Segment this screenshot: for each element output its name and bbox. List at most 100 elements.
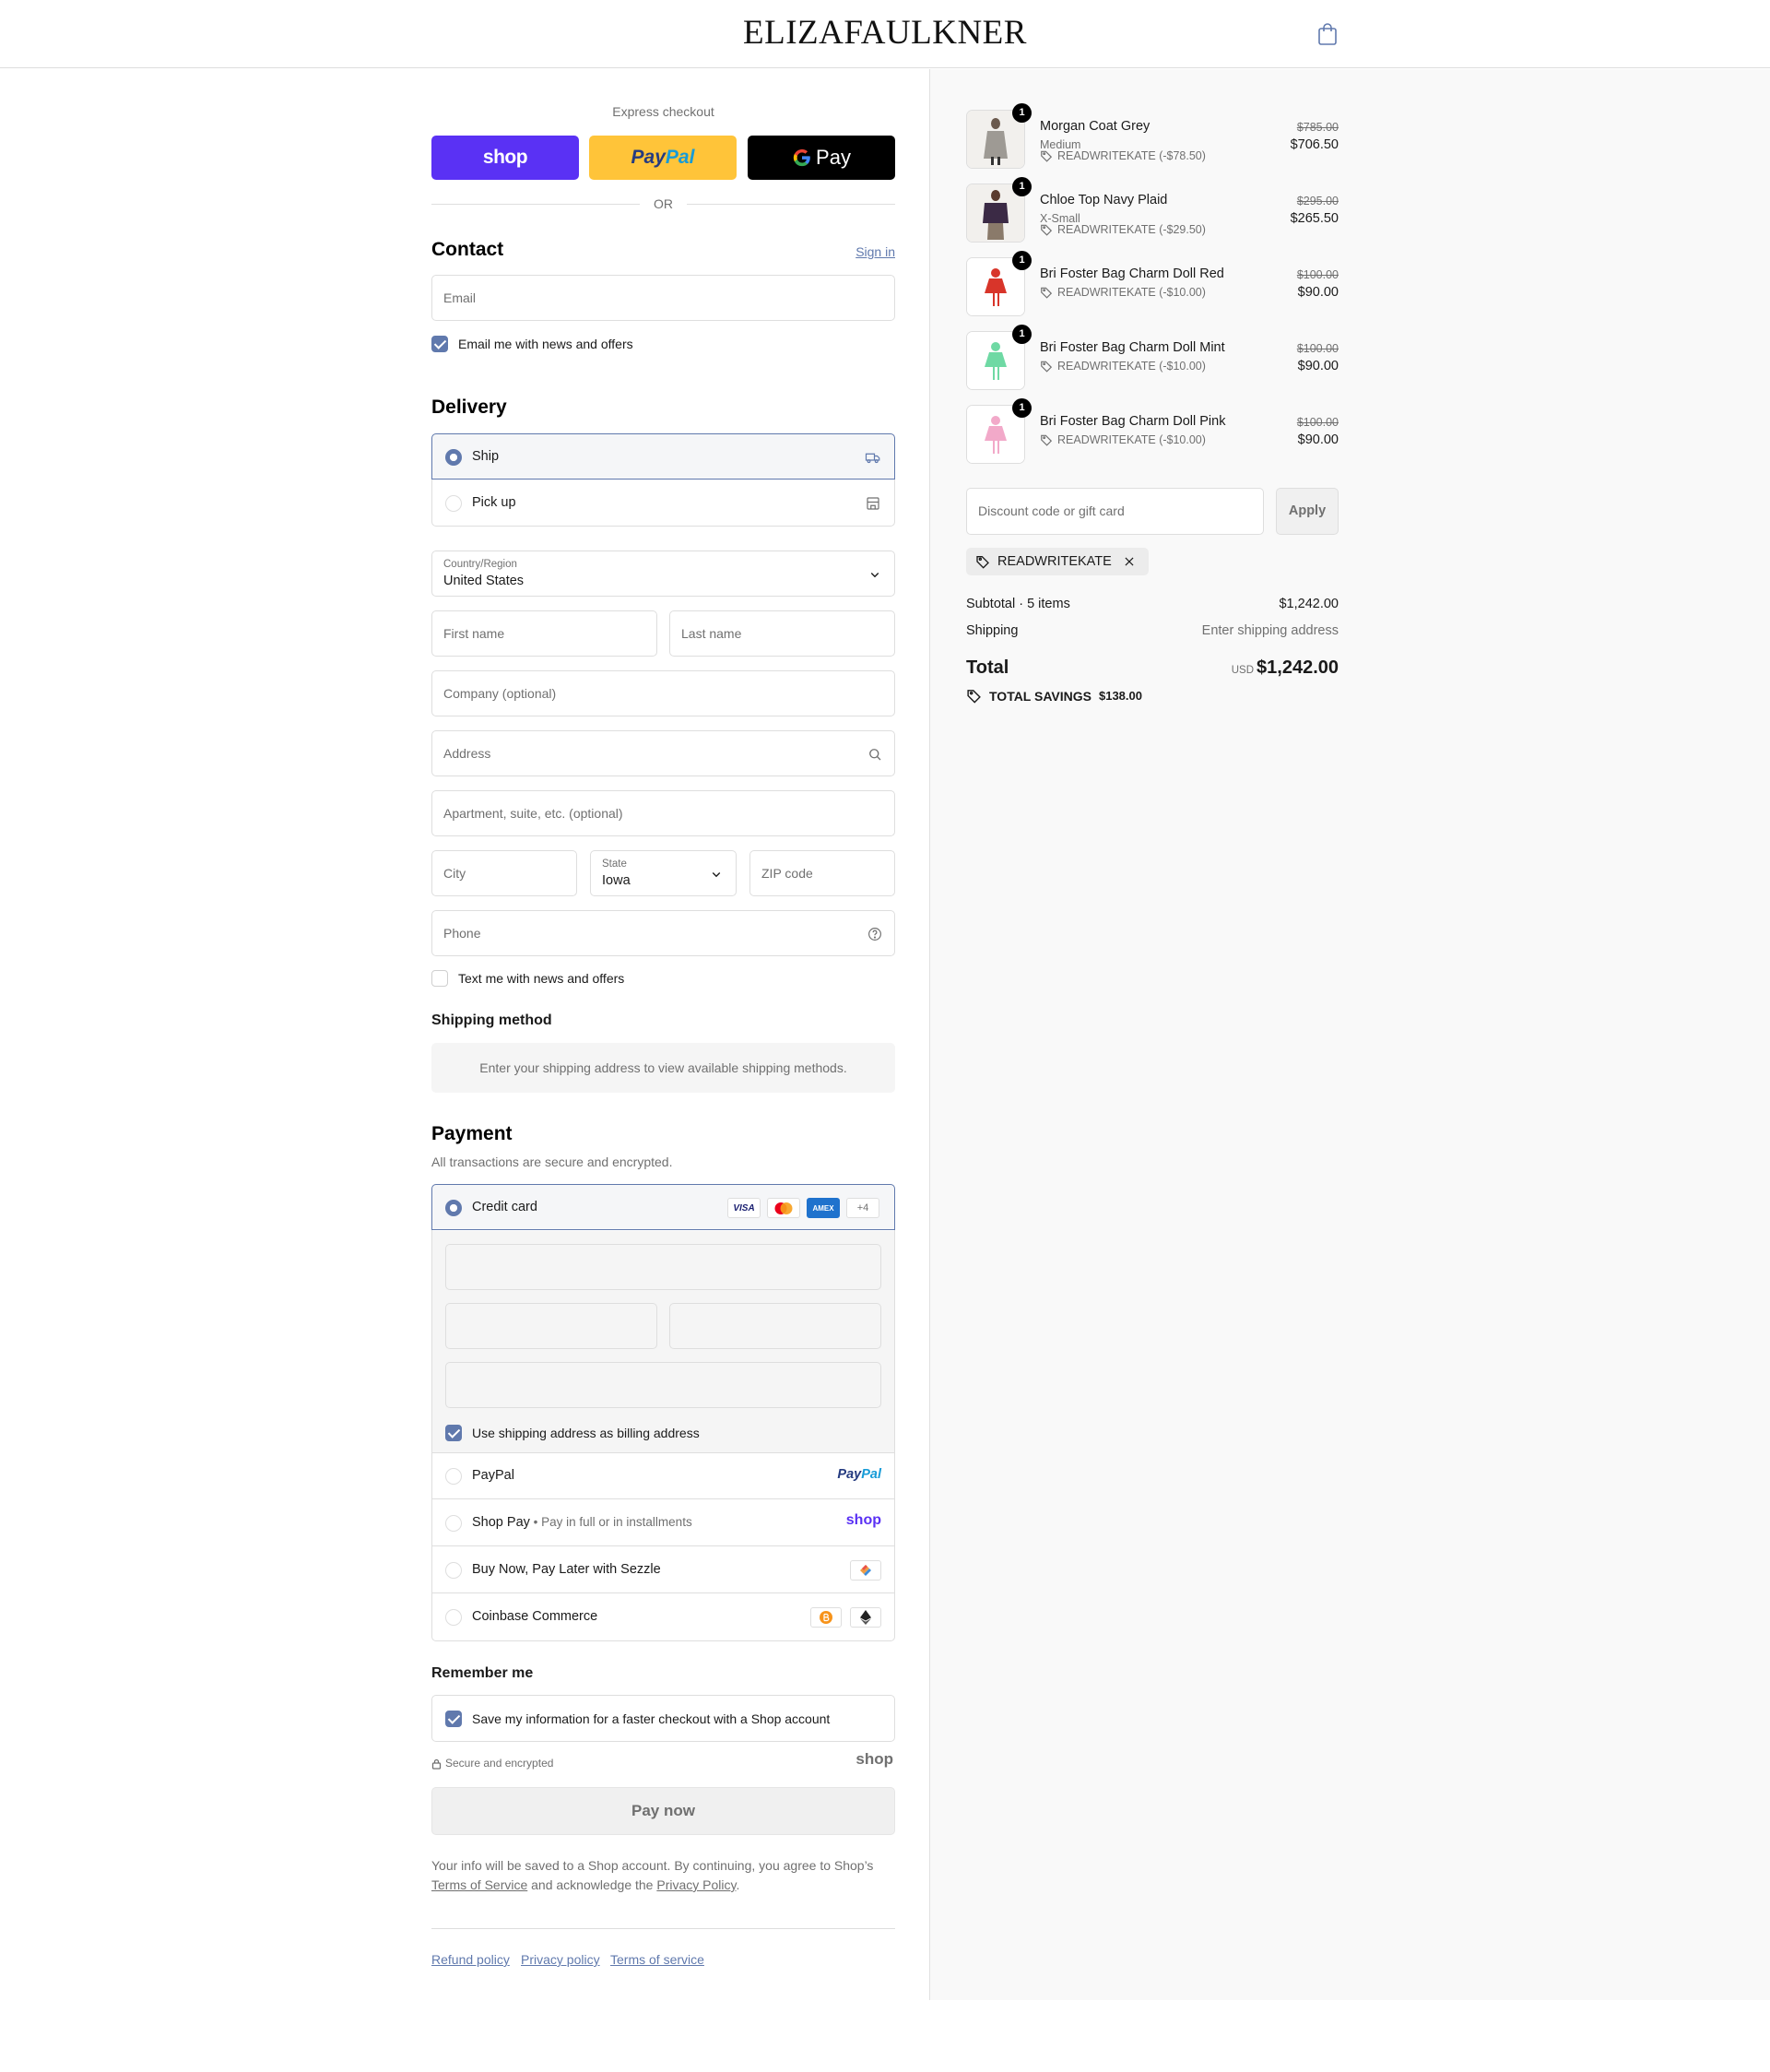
billing-address-label: Use shipping address as billing address bbox=[472, 1426, 700, 1440]
secure-label: Secure and encrypted bbox=[445, 1757, 554, 1770]
or-divider: OR bbox=[431, 195, 895, 214]
total-savings: TOTAL SAVINGS $138.00 bbox=[966, 688, 1142, 704]
payment-subtitle: All transactions are secure and encrypte… bbox=[431, 1154, 673, 1169]
email-news-checkbox[interactable] bbox=[431, 336, 448, 352]
order-item: 1 Bri Foster Bag Charm Doll Red READWRIT… bbox=[966, 251, 1339, 316]
item-original-price: $785.00 bbox=[1296, 121, 1339, 134]
search-icon bbox=[869, 749, 881, 761]
legal-text: Your info will be saved to a Shop accoun… bbox=[431, 1858, 874, 1892]
truck-icon bbox=[865, 453, 880, 464]
text-news-checkbox[interactable] bbox=[431, 970, 448, 987]
item-price: $706.50 bbox=[1290, 137, 1339, 152]
pay-now-button[interactable]: Pay now bbox=[431, 1787, 895, 1835]
shop-pay-button[interactable]: shop bbox=[431, 136, 579, 180]
card-security-code-field[interactable] bbox=[669, 1303, 881, 1349]
total-row: Total $1,242.00 USD bbox=[966, 657, 1339, 678]
country-select[interactable]: Country/Region United States bbox=[431, 551, 895, 597]
tag-icon bbox=[1041, 287, 1053, 299]
first-name-field[interactable]: First name bbox=[431, 610, 657, 657]
item-original-price: $295.00 bbox=[1296, 195, 1339, 207]
item-name: Bri Foster Bag Charm Doll Mint bbox=[1040, 340, 1225, 355]
quantity-badge: 1 bbox=[1012, 251, 1032, 270]
item-name: Morgan Coat Grey bbox=[1040, 119, 1150, 134]
discount-code-input[interactable]: Discount code or gift card bbox=[966, 488, 1264, 535]
zip-field[interactable]: ZIP code bbox=[749, 850, 895, 896]
payment-option-sezzle[interactable]: Buy Now, Pay Later with Sezzle bbox=[432, 1547, 894, 1593]
help-circle-icon[interactable] bbox=[867, 926, 883, 942]
terms-of-service-link[interactable]: Terms of Service bbox=[431, 1877, 527, 1892]
order-item: 1 Bri Foster Bag Charm Doll Mint READWRI… bbox=[966, 325, 1339, 390]
company-field[interactable]: Company (optional) bbox=[431, 670, 895, 716]
item-discount: READWRITEKATE (-$10.00) bbox=[1040, 433, 1206, 446]
sezzle-radio[interactable] bbox=[445, 1562, 462, 1579]
item-original-price: $100.00 bbox=[1296, 268, 1339, 281]
save-info-label: Save my information for a faster checkou… bbox=[472, 1711, 831, 1726]
payment-option-coinbase[interactable]: Coinbase Commerce bbox=[432, 1594, 894, 1640]
order-item: 1 Morgan Coat Grey Medium READWRITEKATE … bbox=[966, 103, 1339, 169]
payment-option-credit-card[interactable]: Credit card VISA AMEX +4 bbox=[431, 1184, 895, 1230]
chevron-down-icon bbox=[870, 573, 879, 578]
coinbase-radio[interactable] bbox=[445, 1609, 462, 1626]
item-original-price: $100.00 bbox=[1296, 416, 1339, 429]
email-field[interactable]: Email bbox=[431, 275, 895, 321]
header: ELIZAFAULKNER bbox=[0, 0, 1770, 68]
ship-radio[interactable] bbox=[445, 449, 462, 466]
express-checkout-label: Express checkout bbox=[612, 104, 714, 119]
remember-me-heading: Remember me bbox=[431, 1665, 534, 1681]
phone-field[interactable]: Phone bbox=[431, 910, 895, 956]
card-number-field[interactable] bbox=[445, 1244, 881, 1290]
remember-me-box: Save my information for a faster checkou… bbox=[431, 1695, 895, 1742]
last-name-field[interactable]: Last name bbox=[669, 610, 895, 657]
billing-address-checkbox[interactable] bbox=[445, 1425, 462, 1441]
google-g-icon bbox=[793, 148, 810, 167]
credit-card-radio[interactable] bbox=[445, 1200, 462, 1216]
city-field[interactable]: City bbox=[431, 850, 577, 896]
shopping-bag-icon[interactable] bbox=[1316, 22, 1339, 46]
paypal-logo: PayPal bbox=[837, 1467, 881, 1482]
tag-icon bbox=[1041, 434, 1053, 446]
sign-in-link[interactable]: Sign in bbox=[856, 244, 895, 259]
delivery-options: Ship Pick up bbox=[431, 433, 895, 527]
refund-policy-link[interactable]: Refund policy bbox=[431, 1952, 510, 1967]
item-discount: READWRITEKATE (-$78.50) bbox=[1040, 149, 1206, 162]
apply-discount-button[interactable]: Apply bbox=[1276, 488, 1339, 535]
delivery-option-pickup[interactable]: Pick up bbox=[432, 480, 894, 527]
pickup-radio[interactable] bbox=[445, 495, 462, 512]
terms-of-service-footer-link[interactable]: Terms of service bbox=[610, 1952, 704, 1967]
item-price: $265.50 bbox=[1290, 211, 1339, 226]
state-select[interactable]: State Iowa bbox=[590, 850, 737, 896]
ethereum-badge bbox=[850, 1607, 881, 1628]
ethereum-icon bbox=[860, 1610, 871, 1625]
shop-pay-radio[interactable] bbox=[445, 1515, 462, 1532]
save-info-checkbox[interactable] bbox=[445, 1711, 462, 1727]
card-name-field[interactable] bbox=[445, 1362, 881, 1408]
payment-option-paypal[interactable]: PayPal PayPal bbox=[432, 1453, 894, 1499]
quantity-badge: 1 bbox=[1012, 177, 1032, 196]
brand-logo[interactable]: ELIZAFAULKNER bbox=[0, 13, 1770, 53]
sezzle-icon bbox=[860, 1565, 871, 1576]
item-name: Bri Foster Bag Charm Doll Red bbox=[1040, 266, 1224, 281]
quantity-badge: 1 bbox=[1012, 325, 1032, 344]
shop-pay-logo: shop bbox=[845, 1512, 881, 1528]
quantity-badge: 1 bbox=[1012, 398, 1032, 418]
payment-methods: Credit card VISA AMEX +4 Use shipping ad… bbox=[431, 1184, 895, 1641]
bitcoin-icon bbox=[820, 1611, 832, 1624]
close-icon[interactable] bbox=[1123, 555, 1136, 568]
payment-option-shop-pay[interactable]: Shop Pay • Pay in full or in installment… bbox=[432, 1500, 894, 1546]
privacy-policy-footer-link[interactable]: Privacy policy bbox=[521, 1952, 600, 1967]
google-pay-button[interactable]: Pay bbox=[748, 136, 895, 180]
apartment-field[interactable]: Apartment, suite, etc. (optional) bbox=[431, 790, 895, 836]
amex-badge: AMEX bbox=[807, 1198, 840, 1218]
address-field[interactable]: Address bbox=[431, 730, 895, 776]
card-expiry-field[interactable] bbox=[445, 1303, 657, 1349]
mastercard-badge bbox=[767, 1198, 800, 1218]
paypal-button[interactable]: Pay Pal bbox=[589, 136, 737, 180]
privacy-policy-link[interactable]: Privacy Policy bbox=[656, 1877, 736, 1892]
delivery-heading: Delivery bbox=[431, 397, 507, 418]
item-discount: READWRITEKATE (-$29.50) bbox=[1040, 223, 1206, 236]
paypal-radio[interactable] bbox=[445, 1468, 462, 1485]
delivery-option-ship[interactable]: Ship bbox=[431, 433, 895, 480]
item-discount: READWRITEKATE (-$10.00) bbox=[1040, 360, 1206, 373]
chevron-down-icon bbox=[712, 872, 721, 878]
item-name: Chloe Top Navy Plaid bbox=[1040, 193, 1168, 207]
